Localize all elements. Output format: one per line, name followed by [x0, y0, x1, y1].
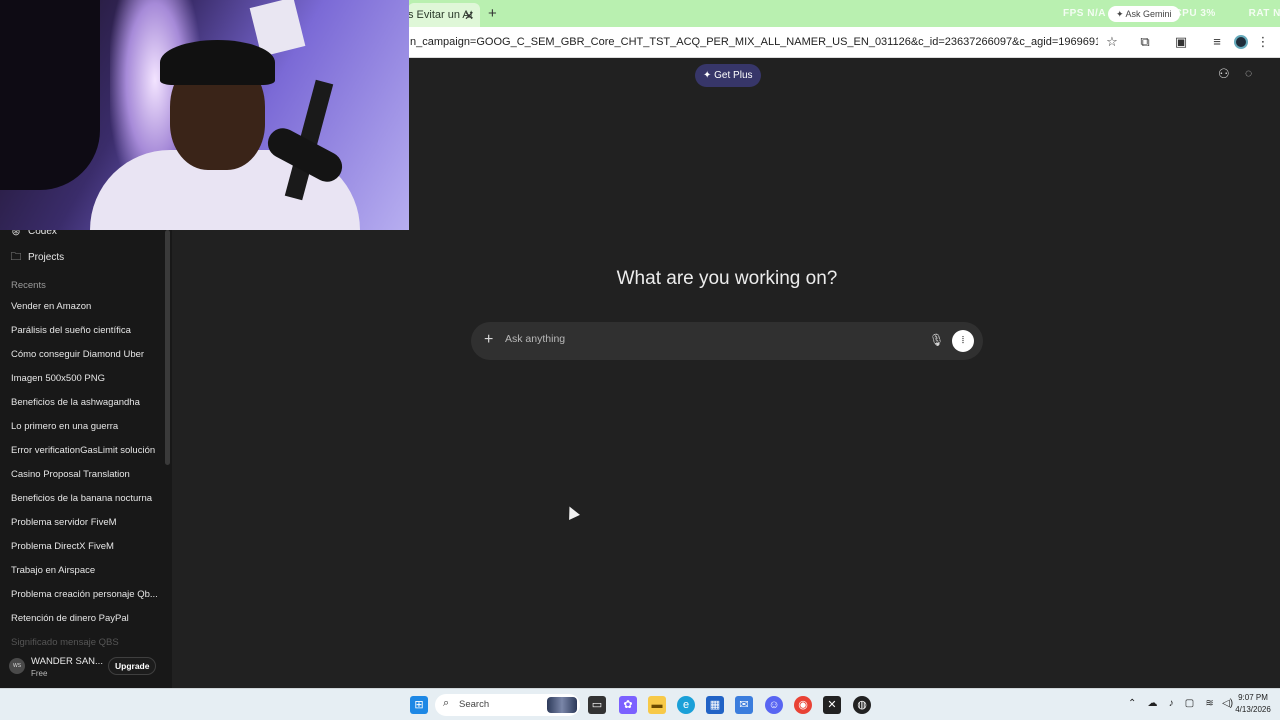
- copilot-icon[interactable]: ✿: [619, 696, 637, 714]
- outlook-icon[interactable]: ✉: [735, 696, 753, 714]
- webcam-headphones: [160, 40, 275, 85]
- avatar[interactable]: WS: [9, 658, 25, 674]
- recent-chat-item[interactable]: Problema DirectX FiveM: [11, 541, 161, 565]
- user-name: WANDER SAN...: [31, 656, 103, 667]
- system-tray[interactable]: ⌃ ☁ ♪ ▢ ≋ ◁): [1128, 698, 1233, 709]
- media-controls-icon[interactable]: ≡: [1208, 33, 1226, 51]
- taskbar-search[interactable]: ⌕ Search: [435, 694, 580, 716]
- search-highlight-image: [547, 697, 577, 713]
- prompt-input[interactable]: [505, 333, 905, 345]
- ask-gemini-button[interactable]: ✦ Ask Gemini: [1108, 6, 1180, 22]
- webcam-shadow: [0, 0, 100, 190]
- more-menu-icon[interactable]: ⋮: [1254, 33, 1272, 51]
- add-attachment-icon[interactable]: +: [484, 331, 493, 349]
- microphone-icon[interactable]: 🎙: [929, 333, 944, 347]
- webcam-overlay: [0, 0, 409, 230]
- recent-chat-item[interactable]: Error verificationGasLimit solución: [11, 445, 161, 469]
- browser-tab-strip: s Evitar un At ✕ + FPS N/A CPU 3% RAT N/…: [408, 0, 1280, 27]
- get-plus-button[interactable]: ✦ Get Plus: [695, 64, 761, 87]
- recent-chat-item[interactable]: Parálisis del sueño científica: [11, 325, 161, 349]
- user-icon[interactable]: ⚇: [1218, 66, 1230, 82]
- windows-start-icon[interactable]: ⊞: [410, 696, 428, 714]
- voice-mode-button[interactable]: ⦙: [952, 330, 974, 352]
- microphone-tray-icon[interactable]: ♪: [1169, 698, 1174, 709]
- discord-icon[interactable]: ☺: [765, 696, 783, 714]
- bookmark-star-icon[interactable]: ☆: [1103, 33, 1121, 51]
- recent-chat-item[interactable]: Casino Proposal Translation: [11, 469, 161, 493]
- profile-avatar-icon[interactable]: [1234, 35, 1248, 49]
- recent-chat-item[interactable]: Vender en Amazon: [11, 301, 161, 325]
- file-explorer-icon[interactable]: ▬: [648, 696, 666, 714]
- recent-chat-item[interactable]: Cómo conseguir Diamond Uber: [11, 349, 161, 373]
- recents-heading: Recents: [11, 280, 46, 291]
- recent-chat-item[interactable]: Beneficios de la ashwagandha: [11, 397, 161, 421]
- sidebar-scrollbar[interactable]: [165, 230, 170, 465]
- recent-chat-item[interactable]: Retención de dinero PayPal: [11, 613, 161, 637]
- taskbar: ⊞ ⌕ Search ▭ ✿ ▬ e ▦ ✉ ☺ ◉ ✕ ◍ ⌃ ☁ ♪ ▢ ≋…: [0, 688, 1280, 720]
- upgrade-button[interactable]: Upgrade: [108, 657, 157, 675]
- recent-chat-item[interactable]: Problema servidor FiveM: [11, 517, 161, 541]
- page-title: What are you working on?: [616, 268, 838, 289]
- store-icon[interactable]: ▦: [706, 696, 724, 714]
- recents-list: Vender en Amazon Parálisis del sueño cie…: [11, 301, 161, 637]
- temporary-chat-icon[interactable]: ◌: [1245, 66, 1252, 80]
- chevron-up-icon[interactable]: ⌃: [1128, 698, 1136, 709]
- clock-time[interactable]: 9:07 PM: [1229, 693, 1277, 702]
- recent-chat-item[interactable]: Beneficios de la banana nocturna: [11, 493, 161, 517]
- sidebar-item-projects[interactable]: 🗀 Projects: [10, 248, 65, 267]
- search-icon: ⌕: [443, 697, 450, 709]
- user-account-area[interactable]: WS WANDER SAN... Free Upgrade: [0, 650, 172, 688]
- cast-icon[interactable]: ▣: [1172, 33, 1190, 51]
- extensions-icon[interactable]: ⧉: [1136, 33, 1154, 51]
- recent-chat-item[interactable]: Problema creación personaje Qb...: [11, 589, 161, 613]
- recent-chat-item[interactable]: Trabajo en Airspace: [11, 565, 161, 589]
- mouse-cursor-icon: [564, 504, 580, 520]
- obs-icon[interactable]: ◍: [853, 696, 871, 714]
- terminal-icon[interactable]: ✕: [823, 696, 841, 714]
- task-view-icon[interactable]: ▭: [588, 696, 606, 714]
- address-bar-row: n_campaign=GOOG_C_SEM_GBR_Core_CHT_TST_A…: [408, 27, 1280, 58]
- tab-close-icon[interactable]: ✕: [464, 9, 474, 23]
- user-plan: Free: [31, 669, 48, 678]
- folder-icon: 🗀: [10, 251, 22, 263]
- new-tab-button[interactable]: +: [488, 5, 497, 22]
- network-icon[interactable]: ☁: [1148, 698, 1158, 709]
- edge-icon[interactable]: e: [677, 696, 695, 714]
- display-icon[interactable]: ▢: [1185, 698, 1194, 709]
- recent-chat-item[interactable]: Imagen 500x500 PNG: [11, 373, 161, 397]
- clock-date[interactable]: 4/13/2026: [1229, 705, 1277, 714]
- recent-chat-item-faded[interactable]: Significado mensaje QBS: [11, 637, 119, 648]
- prompt-composer[interactable]: + 🎙 ⦙: [471, 322, 983, 360]
- chrome-icon[interactable]: ◉: [794, 696, 812, 714]
- wifi-icon[interactable]: ≋: [1205, 698, 1213, 709]
- recent-chat-item[interactable]: Lo primero en una guerra: [11, 421, 161, 445]
- browser-tab[interactable]: s Evitar un At ✕: [408, 3, 480, 27]
- address-bar[interactable]: n_campaign=GOOG_C_SEM_GBR_Core_CHT_TST_A…: [410, 36, 1098, 48]
